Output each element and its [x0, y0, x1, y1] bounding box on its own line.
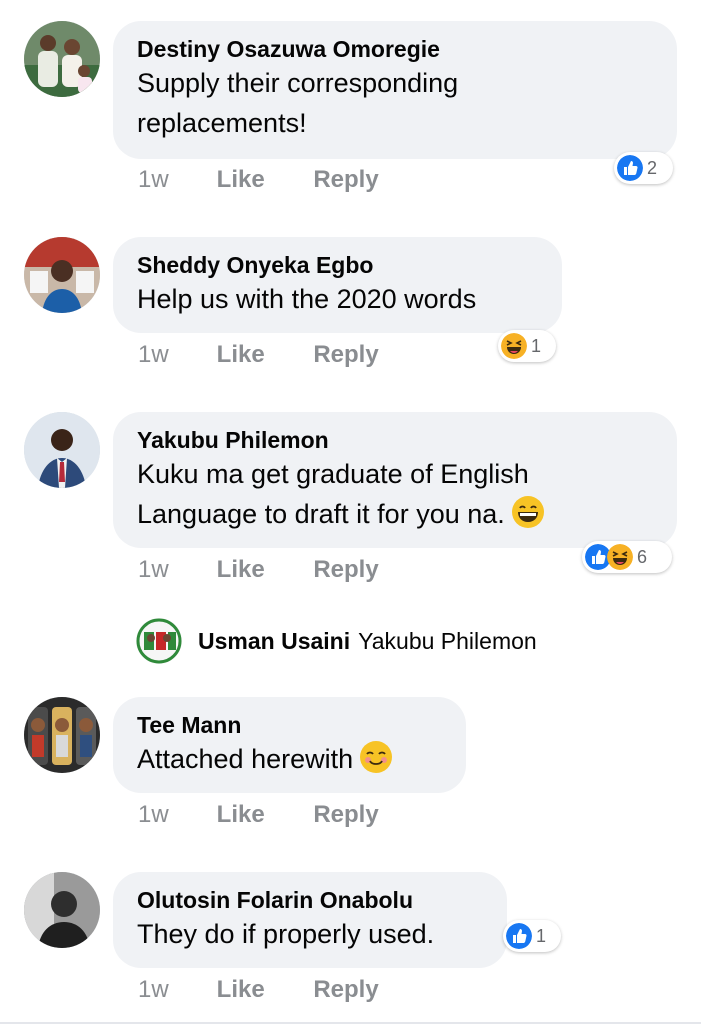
- avatar-tee-mann[interactable]: [24, 697, 100, 773]
- avatar-usman[interactable]: [136, 618, 182, 664]
- avatar-yakubu[interactable]: [24, 412, 100, 488]
- comment-bubble: Yakubu Philemon Kuku ma get graduate of …: [113, 412, 677, 548]
- grinning-face-icon: [511, 496, 544, 528]
- reply-preview[interactable]: Usman Usaini Yakubu Philemon: [136, 618, 537, 664]
- comment-time[interactable]: 1w: [138, 341, 210, 369]
- reply-button[interactable]: Reply: [313, 556, 378, 584]
- like-icon: [506, 923, 532, 949]
- reply-button[interactable]: Reply: [313, 166, 378, 194]
- reply-button[interactable]: Reply: [313, 976, 378, 1004]
- commenter-name[interactable]: Olutosin Folarin Onabolu: [137, 886, 483, 914]
- commenter-name[interactable]: Destiny Osazuwa Omoregie: [137, 35, 653, 63]
- comment-actions: 1w Like Reply: [138, 341, 379, 369]
- reaction-summary[interactable]: 1: [503, 920, 561, 952]
- reply-author-name[interactable]: Usman Usaini: [198, 628, 350, 655]
- comment-actions: 1w Like Reply: [138, 166, 379, 194]
- commenter-name[interactable]: Yakubu Philemon: [137, 426, 653, 454]
- reaction-count: 1: [536, 925, 547, 946]
- comment-time[interactable]: 1w: [138, 801, 210, 829]
- like-button[interactable]: Like: [217, 801, 307, 829]
- comment-bubble: Tee Mann Attached herewith: [113, 697, 466, 793]
- comment-text-line: Attached herewith: [137, 739, 442, 779]
- comment-text: Attached herewith: [137, 744, 354, 774]
- reaction-summary[interactable]: 2: [614, 152, 673, 184]
- comment-text-line: replacements!: [137, 108, 307, 138]
- commenter-name[interactable]: Sheddy Onyeka Egbo: [137, 251, 538, 279]
- comment-actions: 1w Like Reply: [138, 976, 379, 1004]
- comment-bubble: Destiny Osazuwa Omoregie Supply their co…: [113, 21, 677, 159]
- commenter-name[interactable]: Tee Mann: [137, 711, 442, 739]
- comment-text-line: Kuku ma get graduate of English: [137, 459, 529, 489]
- haha-icon: [501, 333, 527, 359]
- haha-icon: [607, 544, 633, 570]
- comment-text-line: Help us with the 2020 words: [137, 284, 477, 314]
- comment-text-line: They do if properly used.: [137, 919, 435, 949]
- reply-button[interactable]: Reply: [313, 801, 378, 829]
- avatar-destiny[interactable]: [24, 21, 100, 97]
- comment-text-line: Supply their corresponding: [137, 68, 459, 98]
- avatar-sheddy[interactable]: [24, 237, 100, 313]
- like-button[interactable]: Like: [217, 341, 307, 369]
- like-button[interactable]: Like: [217, 556, 307, 584]
- avatar-olutosin[interactable]: [24, 872, 100, 948]
- reaction-count: 6: [637, 546, 648, 567]
- comment-time[interactable]: 1w: [138, 556, 210, 584]
- comment-time[interactable]: 1w: [138, 976, 210, 1004]
- reaction-summary[interactable]: 1: [498, 330, 556, 362]
- reply-text: Yakubu Philemon: [358, 627, 537, 654]
- comment-actions: 1w Like Reply: [138, 556, 379, 584]
- comment-bubble: Sheddy Onyeka Egbo Help us with the 2020…: [113, 237, 562, 333]
- like-icon: [617, 155, 643, 181]
- reply-button[interactable]: Reply: [313, 341, 378, 369]
- reaction-count: 1: [531, 335, 542, 356]
- comment-actions: 1w Like Reply: [138, 801, 379, 829]
- comment-text-line: Language to draft it for you na.: [137, 494, 653, 534]
- like-button[interactable]: Like: [217, 976, 307, 1004]
- comment-text: Language to draft it for you na.: [137, 499, 505, 529]
- reaction-count: 2: [647, 157, 658, 178]
- smiling-face-icon: [360, 741, 393, 773]
- comment-bubble: Olutosin Folarin Onabolu They do if prop…: [113, 872, 507, 968]
- reaction-summary[interactable]: 6: [582, 541, 672, 573]
- like-button[interactable]: Like: [217, 166, 307, 194]
- comment-time[interactable]: 1w: [138, 166, 210, 194]
